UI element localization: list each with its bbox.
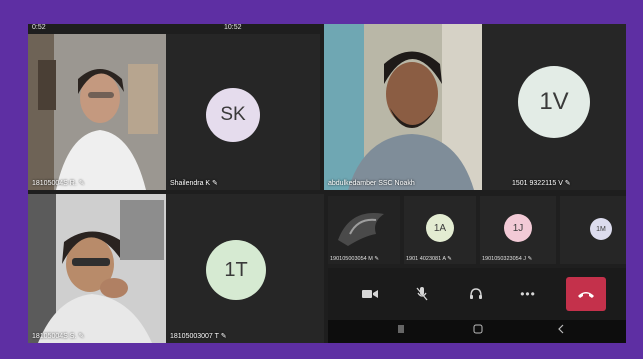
speaker-video-image	[324, 24, 482, 190]
participant-tile-1v[interactable]: 1V 1501 9322115 V ✎	[482, 24, 626, 190]
participant-video-bottom-left[interactable]: 18105004S S. ✎	[28, 194, 166, 343]
participant-thumbnail-image	[328, 196, 400, 264]
avatar-1j: 1J	[504, 214, 532, 242]
participant-name-label: 1901050323054 J ✎	[482, 256, 533, 262]
participant-video-speaker[interactable]: abdulkedamber SSC Noakh	[324, 24, 482, 190]
participant-tile-sk[interactable]: SK Shailendra K ✎	[166, 34, 320, 190]
participant-name-label: abdulkedamber SSC Noakh	[328, 180, 415, 187]
call-controls: •••	[328, 268, 626, 320]
participant-video-image	[28, 194, 166, 343]
participant-video-top-left[interactable]: 18105004S R. ✎	[28, 34, 166, 190]
participant-video-image	[28, 34, 166, 190]
hangup-button[interactable]	[566, 277, 606, 311]
strip-tile-1j[interactable]: 1J 1901050323054 J ✎	[480, 196, 556, 264]
participant-name-label: 1901 4023081 A ✎	[406, 256, 452, 262]
meeting-window: 0:52 10:52 18105004S R. ✎ SK Shailendra …	[28, 24, 626, 343]
status-indicators: 10:52	[224, 24, 242, 31]
back-icon[interactable]	[556, 324, 566, 337]
more-options-button[interactable]: •••	[514, 280, 542, 308]
mic-off-icon[interactable]	[408, 280, 436, 308]
avatar-1v: 1V	[518, 66, 590, 138]
strip-tile-1a[interactable]: 1A 1901 4023081 A ✎	[404, 196, 476, 264]
participant-name-label: 18105003007 T ✎	[170, 333, 227, 340]
participant-name-label: 18105004S R. ✎	[32, 180, 85, 187]
participant-name-label: Shailendra K ✎	[170, 180, 218, 187]
participant-name-label: 190105003054 M ✎	[330, 256, 379, 262]
headset-icon[interactable]	[462, 280, 490, 308]
avatar-1t: 1T	[206, 240, 266, 300]
recent-apps-icon[interactable]	[396, 324, 406, 337]
phone-hangup-icon	[578, 292, 594, 298]
status-time: 0:52	[32, 24, 46, 31]
avatar-sk: SK	[206, 88, 260, 142]
avatar-1m: 1M	[590, 218, 612, 240]
home-icon[interactable]	[473, 324, 483, 337]
camera-icon[interactable]	[356, 280, 384, 308]
participant-name-label: 18105004S S. ✎	[32, 333, 85, 340]
participant-name-label: 1501 9322115 V ✎	[512, 180, 571, 187]
system-navigation-bar	[328, 320, 626, 343]
strip-tile-1m[interactable]: 1M	[560, 196, 626, 264]
avatar-1a: 1A	[426, 214, 454, 242]
strip-tile-video[interactable]: 190105003054 M ✎	[328, 196, 400, 264]
participant-tile-1t[interactable]: 1T 18105003007 T ✎	[166, 194, 324, 343]
